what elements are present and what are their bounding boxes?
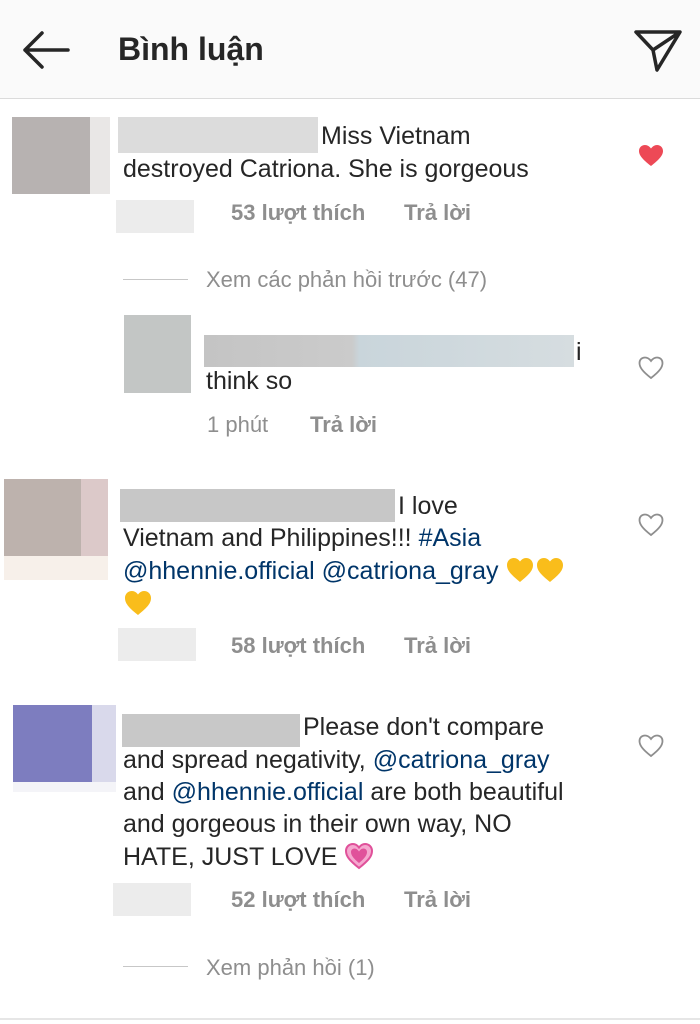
comment-text-part: and bbox=[123, 778, 172, 806]
heart-outline-icon[interactable] bbox=[638, 734, 664, 758]
yellow-heart-icon bbox=[537, 558, 564, 582]
avatar-blur-edge bbox=[13, 782, 116, 792]
reply-button[interactable]: Trả lời bbox=[404, 200, 471, 226]
username-blur[interactable] bbox=[118, 117, 318, 153]
view-previous-replies-link[interactable]: Xem các phản hồi trước (47) bbox=[206, 267, 487, 293]
header-bar: Bình luận bbox=[0, 0, 700, 99]
comment-text: HATE, JUST LOVE bbox=[123, 841, 374, 874]
mention-link[interactable]: @hhennie.official bbox=[172, 778, 364, 806]
comment-text: I love bbox=[398, 492, 458, 520]
heart-outline-icon[interactable] bbox=[638, 356, 664, 380]
comment-text: destroyed Catriona. She is gorgeous bbox=[123, 155, 529, 183]
timestamp: 1 phút bbox=[207, 412, 269, 437]
comment-text-part: HATE, JUST LOVE bbox=[123, 843, 345, 871]
mention-link[interactable]: @catriona_gray bbox=[373, 746, 550, 774]
avatar[interactable] bbox=[13, 705, 92, 782]
avatar[interactable] bbox=[4, 479, 81, 556]
avatar-blur-edge bbox=[4, 556, 108, 580]
comment-text: and @hhennie.official are both beautiful bbox=[123, 776, 564, 809]
avatar[interactable] bbox=[124, 315, 191, 393]
mention-link[interactable]: @hhennie.official bbox=[123, 557, 315, 585]
yellow-heart-icon bbox=[507, 558, 534, 582]
yellow-heart-icon bbox=[125, 591, 151, 615]
page-title: Bình luận bbox=[118, 31, 264, 67]
comment-text-part: are both beautiful bbox=[363, 778, 564, 806]
avatar-blur-edge bbox=[81, 479, 108, 556]
avatar-blur-edge bbox=[90, 117, 110, 194]
like-count[interactable]: 58 lượt thích bbox=[231, 633, 365, 659]
avatar-blur-edge bbox=[92, 705, 116, 782]
reply-button[interactable]: Trả lời bbox=[404, 633, 471, 659]
comment-text: Miss Vietnam bbox=[321, 122, 471, 150]
username-blur[interactable] bbox=[204, 335, 574, 367]
view-replies-link[interactable]: Xem phản hồi (1) bbox=[206, 955, 375, 981]
replies-divider bbox=[123, 279, 188, 280]
timestamp-blur bbox=[113, 883, 191, 916]
paper-plane-icon[interactable] bbox=[633, 27, 683, 73]
reply-button[interactable]: Trả lời bbox=[310, 412, 377, 438]
username-blur[interactable] bbox=[122, 714, 300, 747]
comment-text: Vietnam and Philippines!!! #Asia bbox=[123, 522, 481, 555]
comment-text: and spread negativity, @catriona_gray bbox=[123, 744, 550, 777]
like-count[interactable]: 52 lượt thích bbox=[231, 887, 365, 913]
comment-text bbox=[123, 588, 153, 621]
comment-text-part: and spread negativity, bbox=[123, 746, 373, 774]
hashtag-link[interactable]: #Asia bbox=[419, 524, 482, 552]
username-blur[interactable] bbox=[120, 489, 395, 522]
mention-link[interactable]: @catriona_gray bbox=[322, 557, 499, 585]
timestamp-blur bbox=[118, 628, 196, 661]
comment-text: i bbox=[576, 338, 582, 366]
bottom-divider bbox=[0, 1018, 700, 1020]
heart-filled-icon[interactable] bbox=[638, 144, 664, 168]
comment-text: Please don't compare bbox=[303, 713, 545, 741]
arrow-left-icon[interactable] bbox=[20, 30, 72, 70]
timestamp-blur bbox=[116, 200, 194, 233]
avatar[interactable] bbox=[12, 117, 90, 194]
comment-text: @hhennie.official @catriona_gray bbox=[123, 555, 565, 588]
heart-outline-icon[interactable] bbox=[638, 513, 664, 537]
pink-heart-icon bbox=[345, 842, 374, 870]
comment-text: think so bbox=[206, 367, 293, 395]
comment-text: and gorgeous in their own way, NO bbox=[123, 810, 512, 838]
replies-divider bbox=[123, 966, 188, 967]
comment-text-part: Vietnam and Philippines!!! bbox=[123, 524, 419, 552]
reply-button[interactable]: Trả lời bbox=[404, 887, 471, 913]
like-count[interactable]: 53 lượt thích bbox=[231, 200, 365, 226]
